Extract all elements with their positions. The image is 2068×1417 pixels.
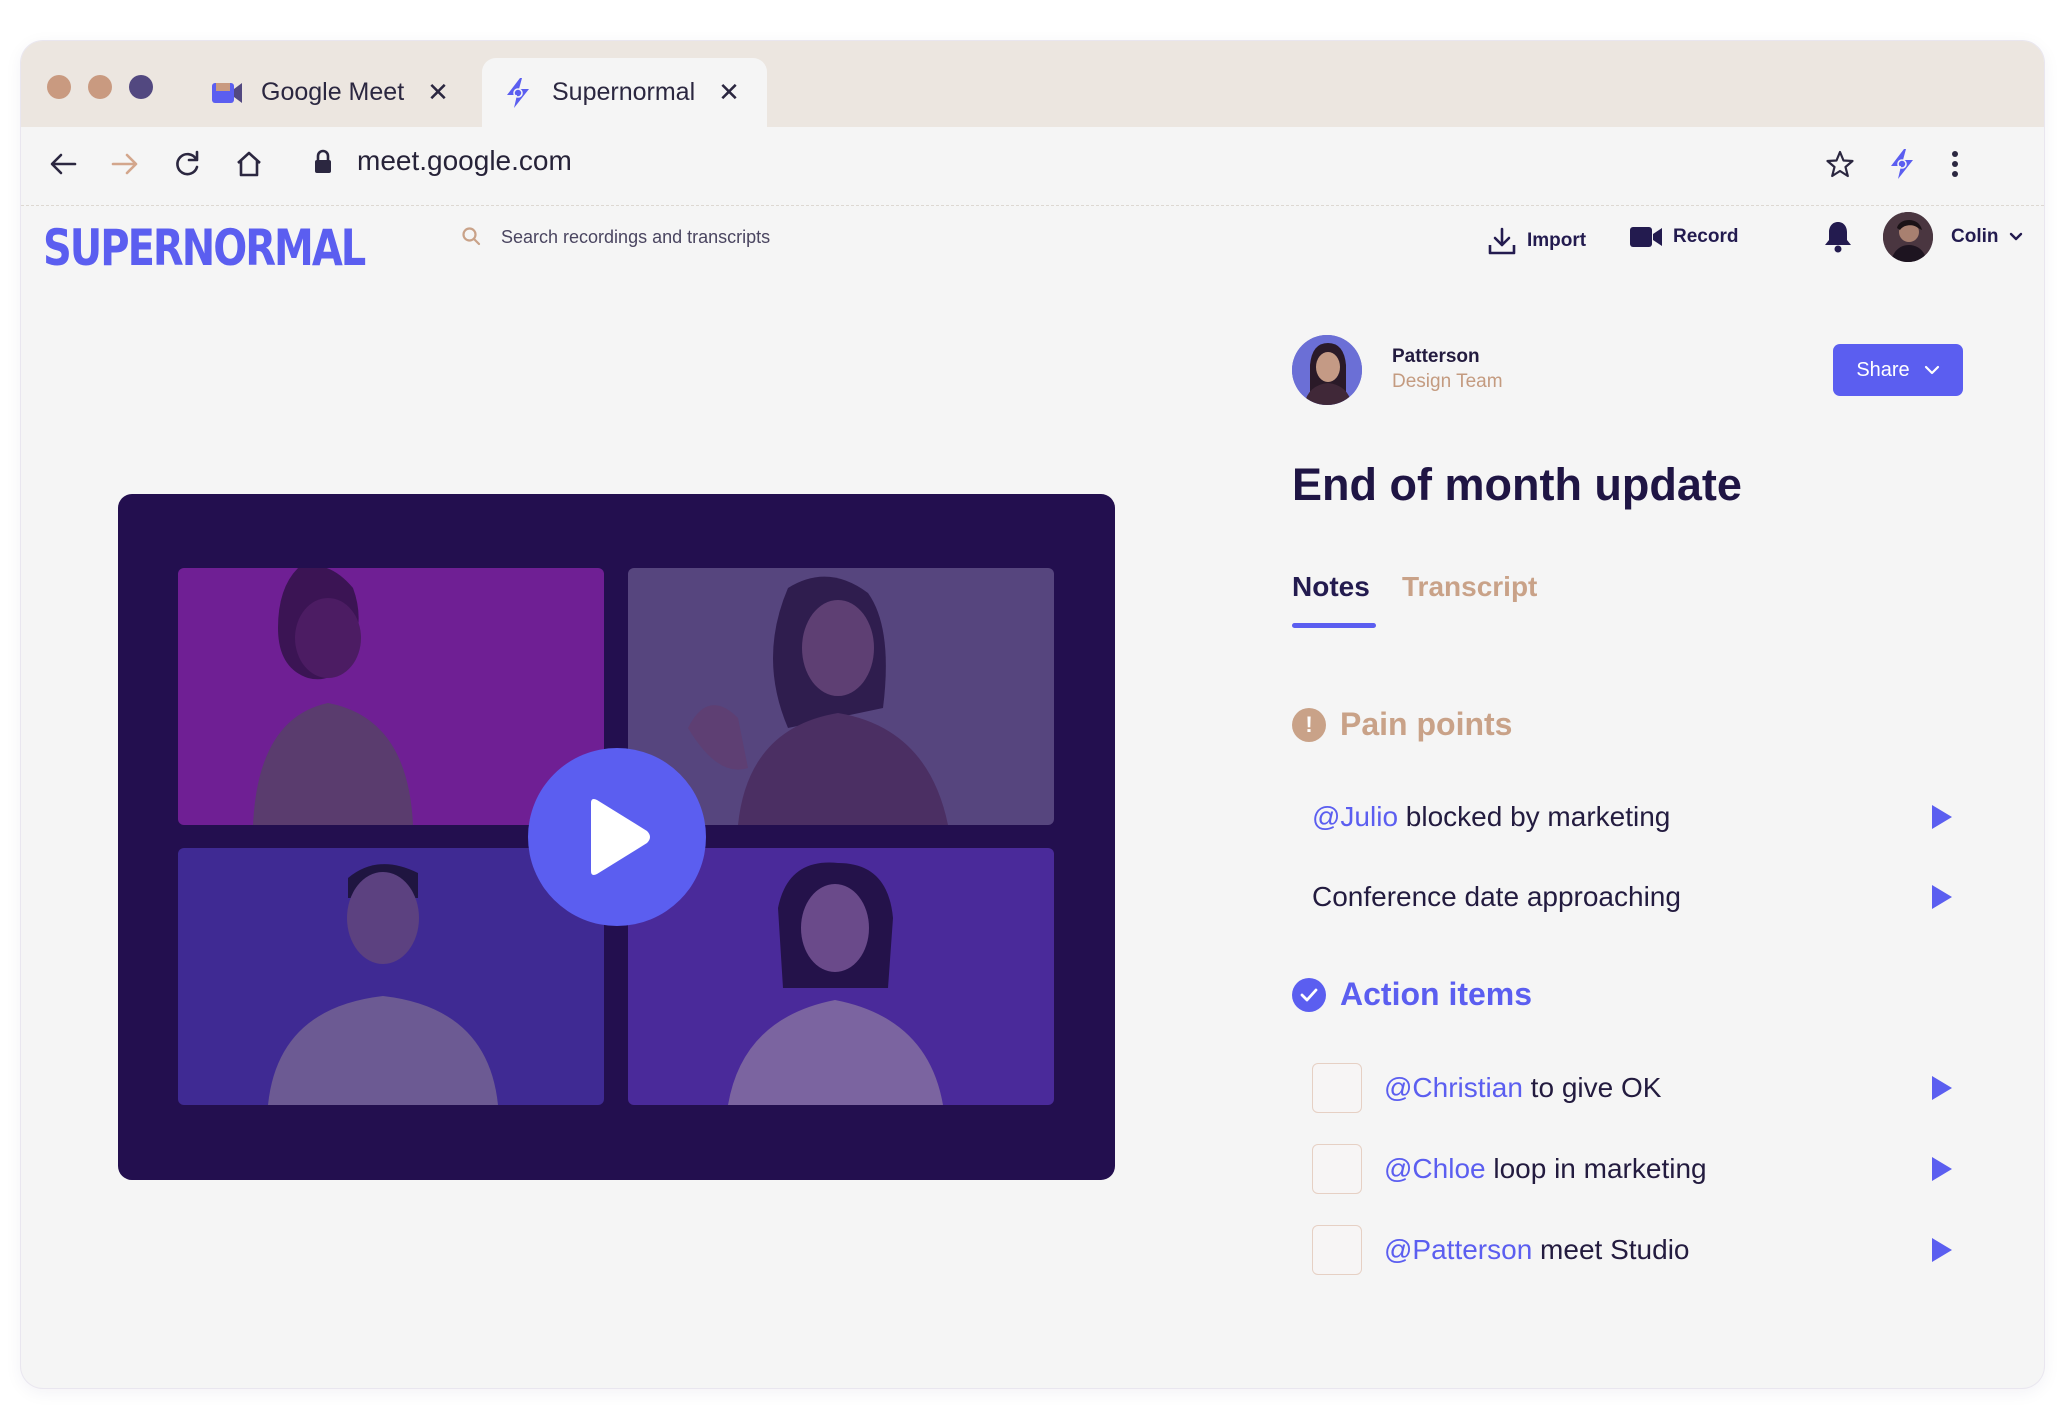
video-player[interactable]	[118, 494, 1115, 1180]
participant-photo	[253, 568, 413, 825]
action-items-heading: Action items	[1292, 976, 1532, 1013]
supernormal-logo[interactable]: SUPERNORMAL	[43, 220, 366, 278]
play-icon	[581, 797, 653, 877]
section-title: Pain points	[1340, 706, 1513, 742]
chevron-down-icon	[1924, 365, 1940, 375]
participant-photo	[268, 864, 498, 1105]
mention[interactable]: @Patterson	[1384, 1234, 1532, 1266]
search-bar[interactable]: Search recordings and transcripts	[461, 226, 770, 248]
tab-label: Supernormal	[552, 78, 696, 106]
checkbox[interactable]	[1312, 1225, 1362, 1275]
meeting-panel: Patterson Design Team Share End of month…	[1292, 41, 1992, 1388]
owner-avatar	[1292, 335, 1362, 405]
mention[interactable]: @Christian	[1384, 1072, 1523, 1104]
owner-team: Design Team	[1392, 371, 1503, 392]
play-icon[interactable]	[1932, 1157, 1952, 1181]
minimize-window-dot[interactable]	[88, 75, 112, 99]
tab-notes[interactable]: Notes	[1292, 571, 1370, 603]
play-icon[interactable]	[1932, 885, 1952, 909]
close-icon[interactable]: ✕	[424, 77, 452, 108]
item-text: to give OK	[1522, 1072, 1662, 1103]
list-item[interactable]: @Julio blocked by marketing	[1312, 787, 1952, 847]
pain-points-heading: ! Pain points	[1292, 706, 1512, 743]
back-arrow-icon[interactable]	[46, 147, 80, 181]
tab-google-meet[interactable]: Google Meet ✕	[191, 58, 476, 127]
participant-tile	[178, 848, 604, 1105]
tab-supernormal[interactable]: Supernormal ✕	[482, 58, 767, 127]
list-item[interactable]: Conference date approaching	[1312, 867, 1952, 927]
participant-photo	[728, 862, 943, 1105]
lock-icon	[313, 149, 335, 177]
home-icon[interactable]	[232, 147, 266, 181]
participant-tile	[628, 568, 1054, 825]
forward-arrow-icon[interactable]	[108, 147, 142, 181]
play-icon[interactable]	[1932, 805, 1952, 829]
share-label: Share	[1856, 358, 1910, 381]
item-text: blocked by marketing	[1398, 801, 1671, 832]
url-field[interactable]: meet.google.com	[357, 145, 572, 177]
page-title: End of month update	[1292, 459, 1742, 510]
check-circle-icon	[1292, 977, 1326, 1012]
item-text: Conference date approaching	[1312, 881, 1681, 912]
mention[interactable]: @Julio	[1312, 801, 1398, 833]
owner-name: Patterson	[1392, 346, 1480, 367]
item-text: loop in marketing	[1485, 1153, 1707, 1184]
active-tab-indicator	[1292, 623, 1376, 628]
item-text: meet Studio	[1532, 1234, 1690, 1265]
tab-transcript[interactable]: Transcript	[1402, 571, 1537, 603]
list-item: @Patterson meet Studio	[1312, 1220, 1952, 1280]
list-item: @Christian to give OK	[1312, 1058, 1952, 1118]
chevron-down-icon	[2009, 232, 2023, 242]
participant-tile	[628, 848, 1054, 1105]
play-icon[interactable]	[1932, 1076, 1952, 1100]
search-icon	[461, 226, 483, 248]
google-meet-icon	[211, 77, 243, 109]
section-title: Action items	[1340, 976, 1533, 1012]
close-icon[interactable]: ✕	[715, 77, 743, 108]
tab-label: Google Meet	[261, 78, 405, 106]
maximize-window-dot[interactable]	[129, 75, 153, 99]
checkbox[interactable]	[1312, 1144, 1362, 1194]
close-window-dot[interactable]	[47, 75, 71, 99]
alert-icon: !	[1292, 707, 1326, 742]
share-button[interactable]: Share	[1833, 344, 1963, 396]
list-item: @Chloe loop in marketing	[1312, 1139, 1952, 1199]
participant-tile	[178, 568, 604, 825]
search-placeholder: Search recordings and transcripts	[501, 226, 771, 247]
play-button[interactable]	[528, 748, 706, 926]
reload-icon[interactable]	[170, 147, 204, 181]
mention[interactable]: @Chloe	[1384, 1153, 1486, 1185]
checkbox[interactable]	[1312, 1063, 1362, 1113]
play-icon[interactable]	[1932, 1238, 1952, 1262]
supernormal-icon	[502, 77, 534, 109]
browser-window: Google Meet ✕ Supernormal ✕ meet.google.…	[21, 41, 2044, 1388]
participant-photo	[688, 576, 948, 825]
